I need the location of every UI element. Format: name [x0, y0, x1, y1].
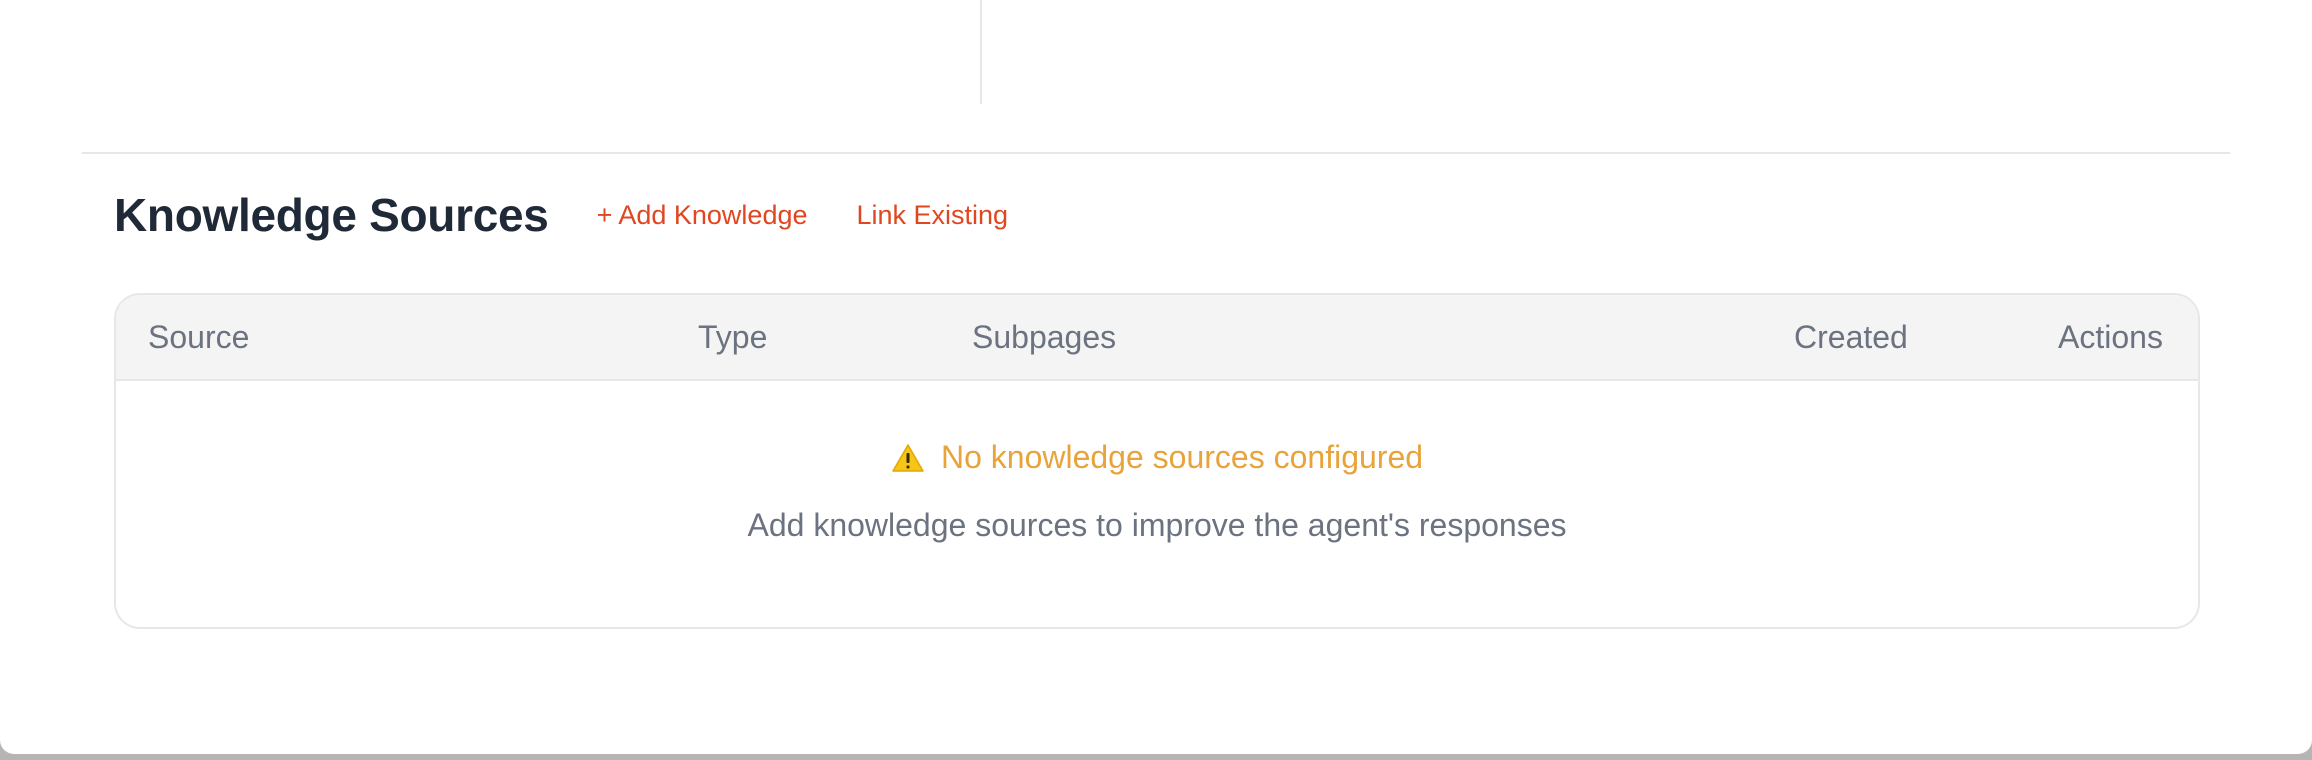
column-header-subpages: Subpages [972, 319, 1117, 355]
knowledge-sources-header: Knowledge Sources + Add Knowledge Link E… [114, 182, 1057, 248]
column-header-source: Source [148, 319, 250, 355]
section-title: Knowledge Sources [114, 189, 549, 241]
column-divider [980, 0, 982, 104]
link-existing-button[interactable]: Link Existing [857, 200, 1009, 231]
warning-icon [891, 443, 925, 473]
empty-state-message-row: No knowledge sources configured [116, 439, 2198, 476]
empty-state-hint: Add knowledge sources to improve the age… [747, 507, 1567, 543]
add-knowledge-button[interactable]: + Add Knowledge [597, 200, 808, 231]
knowledge-table: Source Type Subpages Created Actions No … [114, 293, 2200, 629]
column-header-created: Created [1794, 319, 1908, 355]
empty-state-message: No knowledge sources configured [940, 439, 1424, 475]
table-header: Source Type Subpages Created Actions [116, 295, 2198, 381]
section-divider [82, 152, 2230, 154]
column-header-type: Type [698, 319, 768, 355]
page: Knowledge Sources + Add Knowledge Link E… [0, 0, 2312, 754]
column-header-actions: Actions [2058, 319, 2163, 355]
empty-state: No knowledge sources configured Add know… [116, 381, 2198, 625]
